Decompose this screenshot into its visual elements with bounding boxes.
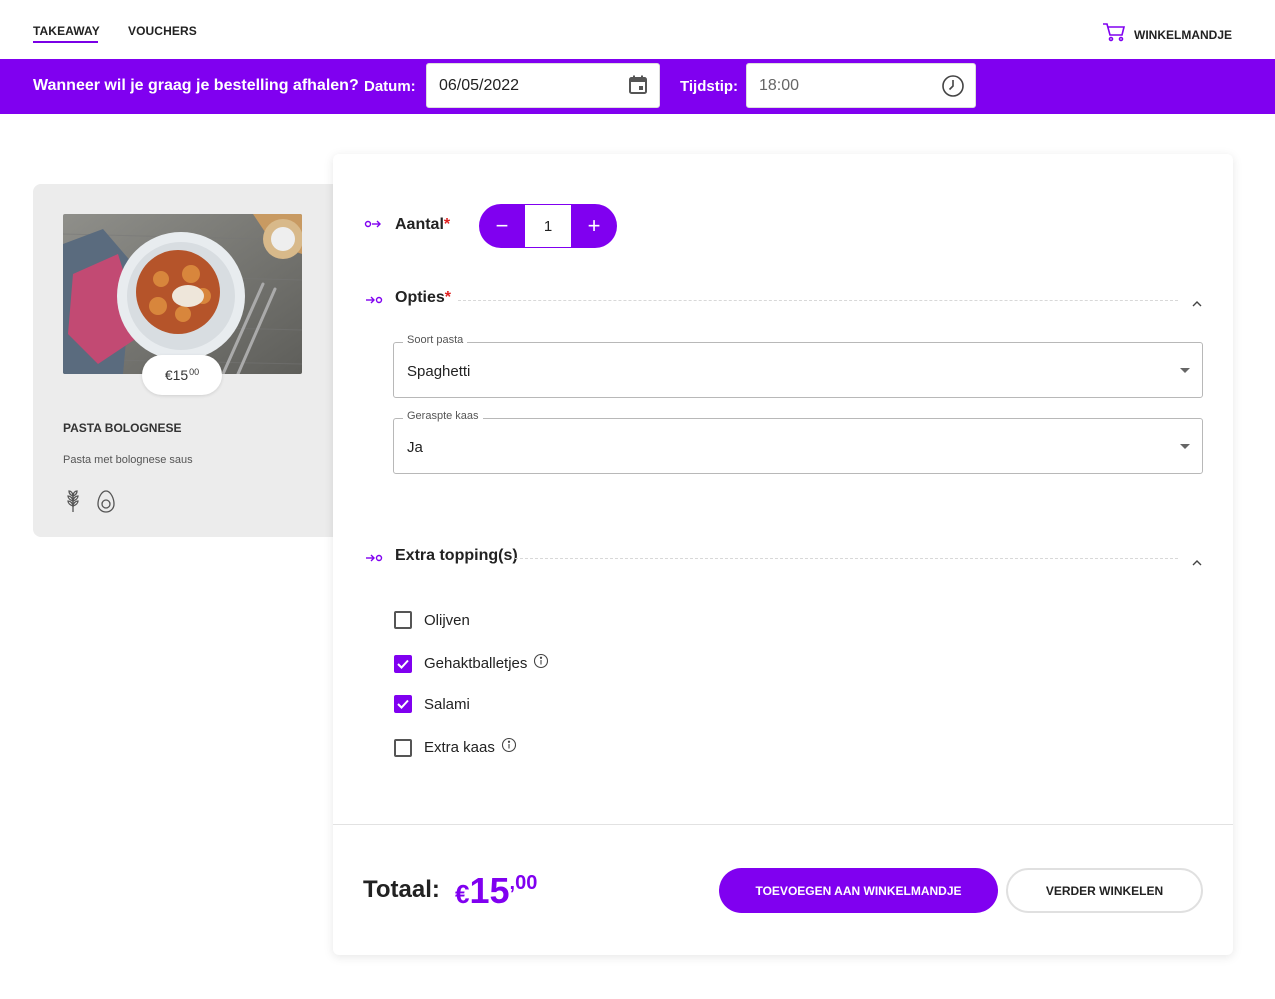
topping-label: Olijven — [424, 611, 470, 629]
total-integer: 15 — [469, 870, 510, 911]
price-cents: 00 — [189, 367, 200, 377]
chevron-up-icon[interactable] — [1191, 554, 1203, 572]
dropdown-caret-icon — [1180, 444, 1190, 449]
section-arrow-icon — [364, 217, 384, 235]
pasta-type-select[interactable]: Soort pasta Spaghetti — [393, 334, 1203, 398]
required-mark: * — [443, 216, 451, 233]
add-to-cart-button[interactable]: TOEVOEGEN AAN WINKELMANDJE — [719, 868, 998, 913]
toppings-section-title[interactable]: Extra topping(s) — [395, 547, 518, 565]
pasta-type-label: Soort pasta — [403, 334, 468, 346]
section-arrow-icon — [364, 551, 384, 569]
dropdown-caret-icon — [1180, 368, 1190, 373]
date-value: 06/05/2022 — [439, 76, 520, 94]
topping-salami[interactable]: Salami — [394, 695, 470, 713]
section-divider — [458, 300, 1178, 301]
topping-label: Gehaktballetjes — [424, 655, 528, 672]
pasta-type-value: Spaghetti — [407, 363, 471, 380]
active-tab-indicator — [33, 41, 98, 43]
topping-label: Salami — [424, 695, 470, 713]
product-card: €15 00 PASTA BOLOGNESE Pasta met bolognes… — [33, 184, 333, 537]
chevron-up-icon[interactable] — [1191, 295, 1203, 313]
quantity-label-text: Aantal — [395, 216, 444, 233]
checkbox[interactable] — [394, 738, 412, 757]
clock-icon[interactable] — [941, 74, 965, 103]
quantity-label: Aantal* — [395, 216, 450, 234]
total-label: Totaal: — [363, 876, 440, 903]
tab-vouchers[interactable]: VOUCHERS — [128, 24, 197, 38]
info-icon[interactable] — [501, 737, 517, 758]
options-title-text: Opties — [395, 289, 445, 306]
pickup-bar: Wanneer wil je graag je bestelling afhal… — [0, 59, 1275, 114]
total-currency: € — [455, 879, 470, 909]
wheat-icon — [64, 489, 82, 518]
calendar-icon[interactable] — [627, 74, 649, 101]
increment-button[interactable]: + — [571, 204, 617, 248]
product-image — [63, 214, 302, 374]
product-title: PASTA BOLOGNESE — [63, 421, 182, 435]
footer-divider — [333, 824, 1233, 825]
product-price-badge: €15 00 — [142, 355, 222, 395]
info-icon[interactable] — [533, 653, 549, 674]
decrement-button[interactable]: − — [479, 204, 525, 248]
date-label: Datum: — [364, 78, 416, 95]
pickup-question: Wanneer wil je graag je bestelling afhal… — [33, 77, 359, 94]
cart-icon — [1102, 22, 1126, 47]
quantity-stepper[interactable]: − 1 + — [479, 204, 617, 248]
time-value: 18:00 — [759, 76, 800, 94]
date-field[interactable]: 06/05/2022 — [426, 63, 660, 108]
required-mark: * — [444, 289, 452, 306]
top-nav: TAKEAWAY VOUCHERS WINKELMANDJE — [0, 0, 1275, 59]
grated-cheese-label: Geraspte kaas — [403, 410, 483, 422]
topping-gehaktballetjes[interactable]: Gehaktballetjes — [394, 653, 549, 674]
checkbox[interactable] — [394, 611, 412, 629]
continue-shopping-button[interactable]: VERDER WINKELEN — [1006, 868, 1203, 913]
section-arrow-icon — [364, 293, 384, 311]
grated-cheese-value: Ja — [407, 439, 423, 456]
options-panel: Aantal* − 1 + Opties* Soort pasta Spaghe… — [333, 154, 1233, 955]
egg-icon — [96, 489, 116, 518]
time-label: Tijdstip: — [680, 78, 739, 95]
checkbox[interactable] — [394, 654, 412, 673]
options-section-title[interactable]: Opties* — [395, 289, 451, 307]
section-divider — [515, 558, 1178, 559]
price-main: €15 — [164, 367, 189, 383]
checkbox[interactable] — [394, 695, 412, 713]
time-field[interactable]: 18:00 — [746, 63, 976, 108]
product-description: Pasta met bolognese saus — [63, 454, 193, 466]
total-price: € 15 ,00 — [455, 870, 537, 912]
topping-label: Extra kaas — [424, 739, 495, 756]
cart-label: WINKELMANDJE — [1134, 27, 1232, 42]
topping-olijven[interactable]: Olijven — [394, 611, 470, 629]
tab-takeaway[interactable]: TAKEAWAY — [33, 24, 100, 38]
total-decimals: ,00 — [509, 872, 538, 894]
quantity-value[interactable]: 1 — [525, 205, 571, 247]
topping-extra-kaas[interactable]: Extra kaas — [394, 737, 517, 758]
cart-link[interactable]: WINKELMANDJE — [1102, 22, 1232, 47]
grated-cheese-select[interactable]: Geraspte kaas Ja — [393, 410, 1203, 474]
